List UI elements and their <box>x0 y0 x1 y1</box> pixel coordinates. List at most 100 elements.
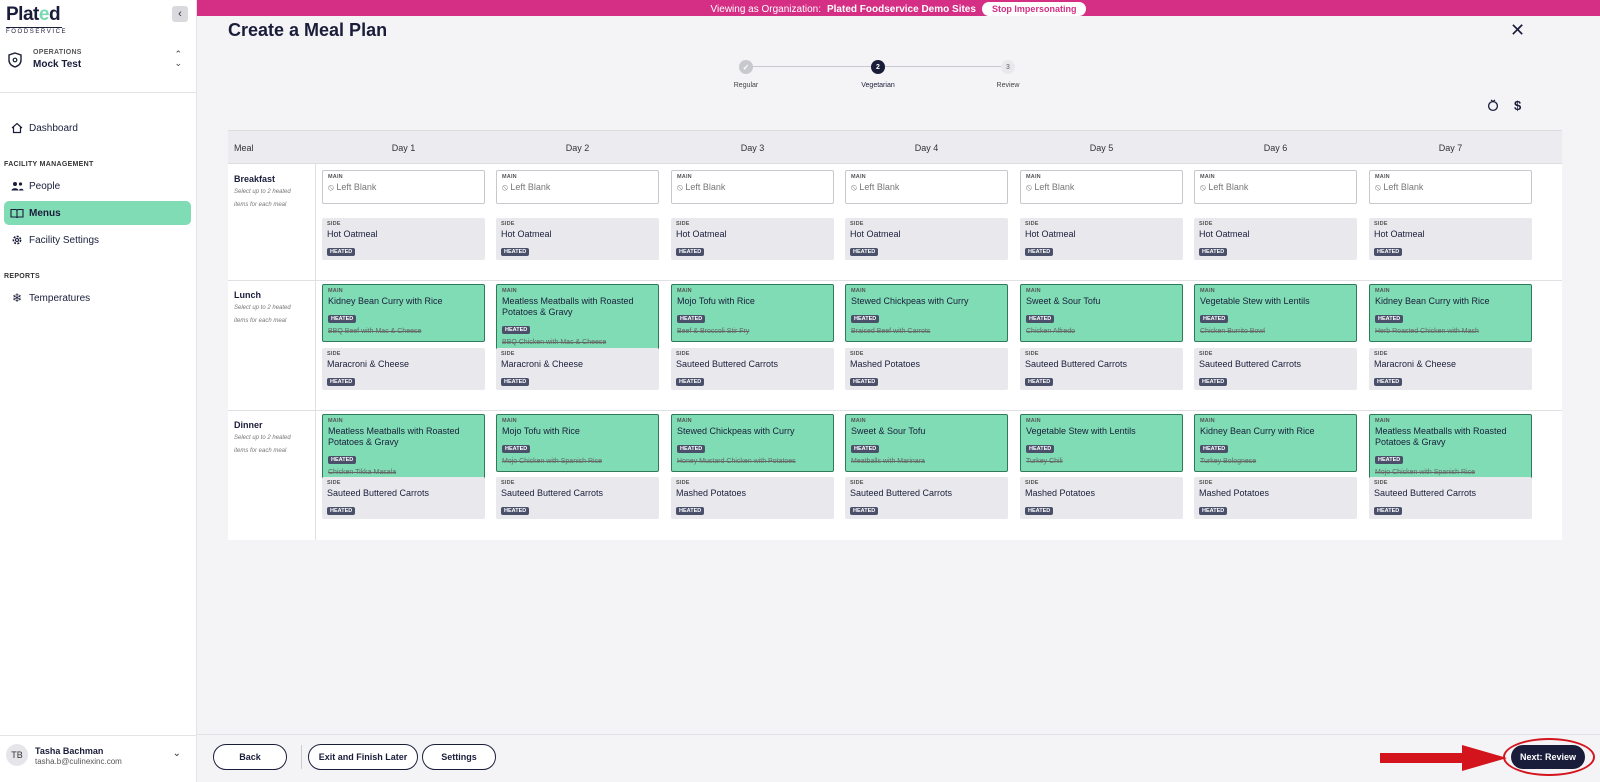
meal-plan-grid: Meal Day 1 Day 2 Day 3 Day 4 Day 5 Day 6 Day 7… <box>228 130 1562 540</box>
replaced-item-name: Turkey Chili <box>1026 458 1063 465</box>
side-slot[interactable]: SIDE Sauteed Buttered Carrots HEATED <box>1369 477 1532 519</box>
collapse-sidebar-button[interactable]: ‹ <box>172 6 188 22</box>
heated-badge: HEATED <box>677 445 706 453</box>
main-slot[interactable]: MAIN ⦸ Left Blank <box>845 170 1008 204</box>
side-item-name: Sauteed Buttered Carrots <box>850 488 953 498</box>
prohibited-icon: ⦸ <box>1200 182 1206 192</box>
side-slot[interactable]: SIDE Hot Oatmeal HEATED <box>845 218 1008 260</box>
banner-prefix: Viewing as Organization: <box>710 3 821 15</box>
main-slot[interactable]: MAIN ⦸ Left Blank <box>1020 170 1183 204</box>
main-item-name: Stewed Chickpeas with Curry <box>851 296 969 306</box>
side-slot[interactable]: SIDE Hot Oatmeal HEATED <box>1020 218 1183 260</box>
heated-badge: HEATED <box>676 248 705 256</box>
slot-caption: SIDE <box>1199 351 1213 357</box>
settings-button[interactable]: Settings <box>422 744 496 770</box>
step-1-complete[interactable]: ✓ <box>739 60 753 74</box>
plated-logo[interactable]: Plated FOODSERVICE <box>6 4 66 35</box>
nav-item-temperatures[interactable]: ❄ Temperatures <box>4 286 191 310</box>
main-slot[interactable]: MAIN Kidney Bean Curry with Rice HEATED Her… <box>1369 284 1532 342</box>
main-slot[interactable]: MAIN Vegetable Stew with Lentils HEATED Tur… <box>1020 414 1183 472</box>
exit-and-finish-later-button[interactable]: Exit and Finish Later <box>308 744 418 770</box>
side-slot[interactable]: SIDE Sauteed Buttered Carrots HEATED <box>671 348 834 390</box>
main-slot[interactable]: MAIN Kidney Bean Curry with Rice HEATED BBQ… <box>322 284 485 342</box>
side-slot[interactable]: SIDE Maracroni & Cheese HEATED <box>496 348 659 390</box>
step-connector <box>885 66 1003 67</box>
close-icon[interactable]: ✕ <box>1510 20 1525 41</box>
main-slot[interactable]: MAIN Meatless Meatballs with Roasted Pota… <box>322 414 485 482</box>
side-slot[interactable]: SIDE Maracroni & Cheese HEATED <box>322 348 485 390</box>
slot-caption: MAIN <box>328 418 343 424</box>
main-slot[interactable]: MAIN Mojo Tofu with Rice HEATED Mojo Chicke… <box>496 414 659 472</box>
side-slot[interactable]: SIDE Mashed Potatoes HEATED <box>671 477 834 519</box>
meal-label-lunch: Lunch <box>234 290 261 300</box>
main-slot[interactable]: MAIN Mojo Tofu with Rice HEATED Beef & Broc… <box>671 284 834 342</box>
nav-item-people[interactable]: People <box>4 174 191 198</box>
side-slot[interactable]: SIDE Mashed Potatoes HEATED <box>845 348 1008 390</box>
step-3-upcoming[interactable]: 3 <box>1001 60 1015 74</box>
side-slot[interactable]: SIDE Sauteed Buttered Carrots HEATED <box>496 477 659 519</box>
main-slot[interactable]: MAIN Stewed Chickpeas with Curry HEATED Bra… <box>845 284 1008 342</box>
side-slot[interactable]: SIDE Sauteed Buttered Carrots HEATED <box>845 477 1008 519</box>
allergen-icon[interactable] <box>1487 98 1499 115</box>
side-item-name: Mashed Potatoes <box>676 488 747 498</box>
step-label: Regular <box>733 82 759 89</box>
side-slot[interactable]: SIDE Sauteed Buttered Carrots HEATED <box>1020 348 1183 390</box>
heated-badge: HEATED <box>1374 248 1403 256</box>
main-slot[interactable]: MAIN Sweet & Sour Tofu HEATED Chicken Alfre… <box>1020 284 1183 342</box>
heated-badge: HEATED <box>1025 507 1054 515</box>
main-slot[interactable]: MAIN Vegetable Stew with Lentils HEATED Chi… <box>1194 284 1357 342</box>
user-name: Tasha Bachman <box>35 746 104 756</box>
chevron-updown-icon: ⌃ ⌄ <box>174 49 182 68</box>
side-slot[interactable]: SIDE Hot Oatmeal HEATED <box>1369 218 1532 260</box>
book-icon <box>10 206 24 220</box>
main-item-name: Meatless Meatballs with Roasted Potatoes… <box>502 296 634 317</box>
main-slot[interactable]: MAIN Sweet & Sour Tofu HEATED Meatballs wit… <box>845 414 1008 472</box>
slot-caption: MAIN <box>328 288 343 294</box>
prohibited-icon: ⦸ <box>502 182 508 192</box>
heated-badge: HEATED <box>850 248 879 256</box>
heated-badge: HEATED <box>1374 507 1403 515</box>
dollar-icon[interactable]: $ <box>1514 98 1521 113</box>
side-item-name: Sauteed Buttered Carrots <box>327 488 430 498</box>
check-icon: ✓ <box>742 62 750 72</box>
user-menu[interactable]: TB Tasha Bachman tasha.b@culinexinc.com … <box>0 735 197 775</box>
main-slot[interactable]: MAIN ⦸ Left Blank <box>496 170 659 204</box>
nav-item-menus[interactable]: Menus <box>4 201 191 225</box>
main-slot[interactable]: MAIN ⦸ Left Blank <box>671 170 834 204</box>
main-slot[interactable]: MAIN Meatless Meatballs with Roasted Pota… <box>496 284 659 352</box>
slot-caption: MAIN <box>1375 174 1390 180</box>
main-item-name: Meatless Meatballs with Roasted Potatoes… <box>1375 426 1507 447</box>
back-button[interactable]: Back <box>213 744 287 770</box>
main-slot[interactable]: MAIN ⦸ Left Blank <box>1194 170 1357 204</box>
stop-impersonating-button[interactable]: Stop Impersonating <box>981 2 1087 16</box>
side-slot[interactable]: SIDE Mashed Potatoes HEATED <box>1020 477 1183 519</box>
main-slot[interactable]: MAIN Stewed Chickpeas with Curry HEATED Hon… <box>671 414 834 472</box>
next-review-button[interactable]: Next: Review <box>1511 745 1585 769</box>
slot-caption: MAIN <box>677 174 692 180</box>
side-slot[interactable]: SIDE Hot Oatmeal HEATED <box>1194 218 1357 260</box>
side-slot[interactable]: SIDE Hot Oatmeal HEATED <box>496 218 659 260</box>
prohibited-icon: ⦸ <box>677 182 683 192</box>
main-slot[interactable]: MAIN ⦸ Left Blank <box>1369 170 1532 204</box>
step-2-current[interactable]: 2 <box>871 60 885 74</box>
main-item-name: Left Blank <box>685 182 726 192</box>
slot-caption: MAIN <box>1026 174 1041 180</box>
side-slot[interactable]: SIDE Mashed Potatoes HEATED <box>1194 477 1357 519</box>
main-slot[interactable]: MAIN Meatless Meatballs with Roasted Pota… <box>1369 414 1532 482</box>
nav-item-dashboard[interactable]: Dashboard <box>4 116 191 140</box>
heated-badge: HEATED <box>1026 445 1055 453</box>
side-slot[interactable]: SIDE Sauteed Buttered Carrots HEATED <box>1194 348 1357 390</box>
side-slot[interactable]: SIDE Maracroni & Cheese HEATED <box>1369 348 1532 390</box>
meal-hint: Select up to 2 heated items for each mea… <box>234 305 291 324</box>
nav-item-facility-settings[interactable]: Facility Settings <box>4 228 191 252</box>
side-slot[interactable]: SIDE Hot Oatmeal HEATED <box>322 218 485 260</box>
side-slot[interactable]: SIDE Hot Oatmeal HEATED <box>671 218 834 260</box>
heated-badge: HEATED <box>850 378 879 386</box>
main-item-name: Meatless Meatballs with Roasted Potatoes… <box>328 426 460 447</box>
main-slot[interactable]: MAIN ⦸ Left Blank <box>322 170 485 204</box>
side-slot[interactable]: SIDE Sauteed Buttered Carrots HEATED <box>322 477 485 519</box>
slot-caption: MAIN <box>677 288 692 294</box>
main-slot[interactable]: MAIN Kidney Bean Curry with Rice HEATED Tur… <box>1194 414 1357 472</box>
user-email: tasha.b@culinexinc.com <box>35 757 122 766</box>
organization-switcher[interactable]: OPERATIONS Mock Test ⌃ ⌄ <box>8 48 188 72</box>
